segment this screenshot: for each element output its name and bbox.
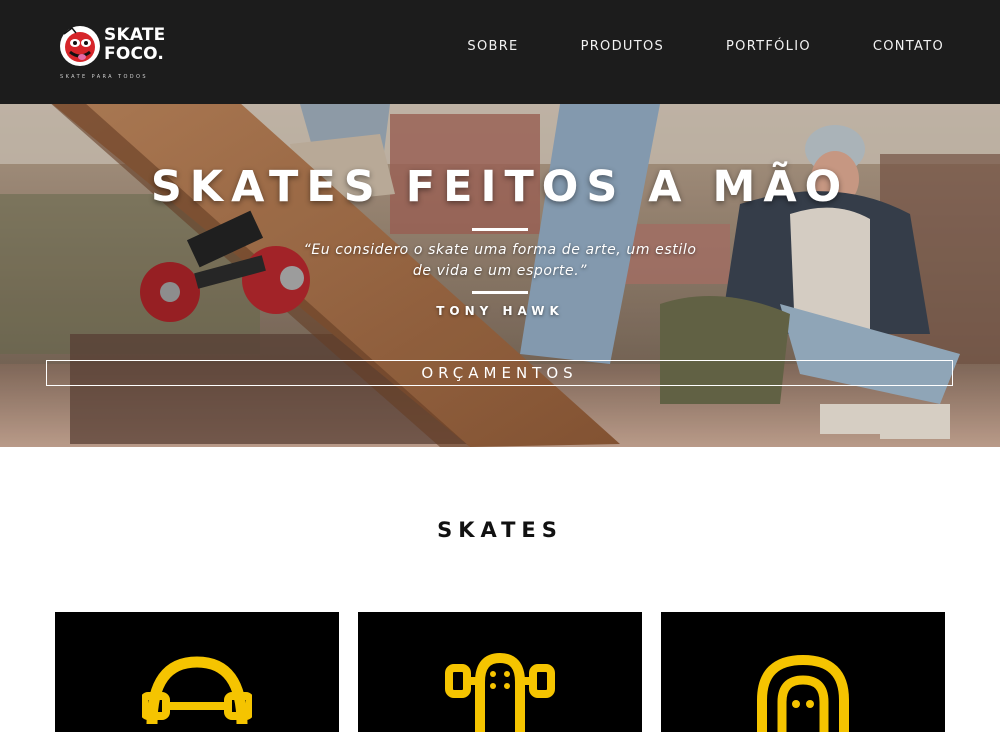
nav-item-portfolio[interactable]: PORTFÓLIO [726, 39, 811, 54]
hero-banner: SKATES FEITOS A MÃO “Eu considero o skat… [0, 104, 1000, 447]
logo-tagline: SKATE PARA TODOS [60, 74, 148, 80]
hero-quote-author: TONY HAWK [436, 304, 564, 318]
product-card-3[interactable] [661, 612, 945, 732]
nav-item-produtos[interactable]: PRODUTOS [581, 39, 664, 54]
main-nav: SOBRE PRODUTOS PORTFÓLIO CONTATO [467, 39, 944, 54]
skateboard-icon [142, 656, 252, 725]
hero-divider-top [472, 228, 528, 231]
logo-mascot-icon [60, 26, 100, 66]
hero-divider-bottom [472, 291, 528, 294]
products-section-title: SKATES [437, 518, 563, 542]
hero-quote: “Eu considero o skate uma forma de arte,… [303, 242, 697, 279]
product-card-1[interactable] [55, 612, 339, 732]
nav-item-sobre[interactable]: SOBRE [467, 39, 518, 54]
skateboard-trucks-icon [445, 652, 555, 732]
logo-title: SKATE FOCO. [104, 25, 166, 64]
product-card-2[interactable] [358, 612, 642, 732]
helmet-icon [757, 654, 849, 732]
nav-item-contato[interactable]: CONTATO [873, 39, 944, 54]
quote-request-button[interactable]: ORÇAMENTOS [46, 360, 953, 386]
hero-title: SKATES FEITOS A MÃO [150, 162, 850, 212]
site-header: SKATE FOCO. SKATE PARA TODOS SOBRE PRODU… [0, 0, 1000, 104]
logo[interactable]: SKATE FOCO. SKATE PARA TODOS [58, 22, 168, 82]
